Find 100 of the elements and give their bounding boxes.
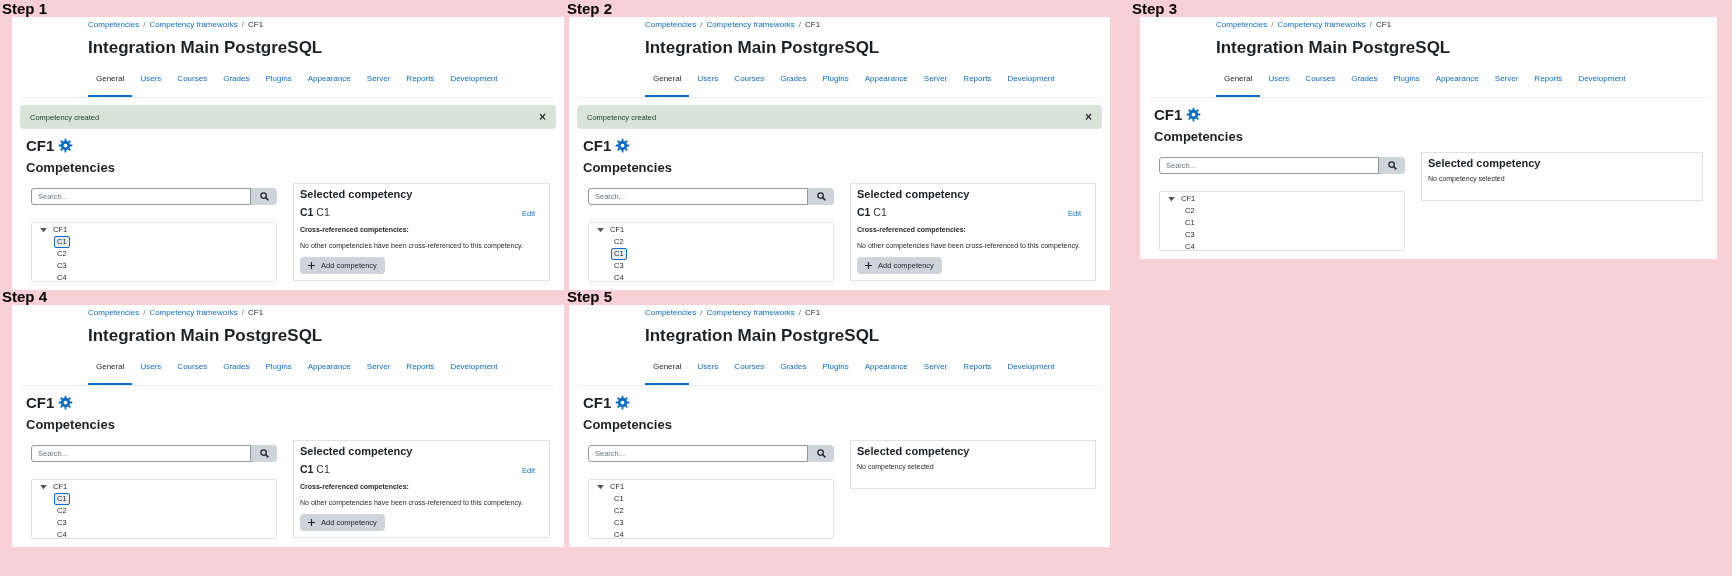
breadcrumb-link[interactable]: Competency frameworks — [149, 308, 238, 317]
breadcrumb-separator: / — [798, 308, 802, 317]
nav-tab[interactable]: Development — [999, 358, 1063, 385]
breadcrumb-current: CF1 — [1376, 20, 1392, 29]
nav-tab[interactable]: Grades — [1343, 70, 1386, 97]
nav-tab[interactable]: Server — [1486, 70, 1527, 97]
search-button[interactable] — [808, 445, 834, 462]
nav-tab[interactable]: Plugins — [1385, 70, 1428, 97]
framework-title: CF1 — [583, 137, 612, 154]
caret-icon[interactable] — [40, 227, 47, 233]
nav-tab[interactable]: Grades — [772, 70, 815, 97]
step-label: Step 4 — [2, 288, 47, 305]
nav-tab[interactable]: Users — [132, 70, 170, 97]
nav-tab[interactable]: General — [645, 358, 690, 385]
settings-icon[interactable] — [58, 395, 74, 410]
breadcrumb-link[interactable]: Competency frameworks — [706, 20, 795, 29]
nav-tab[interactable]: Courses — [169, 358, 216, 385]
nav-tab[interactable]: Grades — [215, 70, 258, 97]
breadcrumb-current: CF1 — [248, 20, 264, 29]
breadcrumb-link[interactable]: Competencies — [88, 20, 140, 29]
settings-icon[interactable] — [58, 138, 74, 153]
nav-tab[interactable]: Plugins — [257, 358, 300, 385]
nav-tab[interactable]: Development — [442, 358, 506, 385]
nav-tab[interactable]: Appearance — [1427, 70, 1487, 97]
step-label: Step 3 — [1132, 0, 1177, 17]
caret-icon[interactable] — [40, 484, 47, 490]
nav-tab[interactable]: Users — [1260, 70, 1298, 97]
search-button[interactable] — [1379, 157, 1405, 174]
close-button[interactable]: × — [539, 111, 546, 123]
nav-tab[interactable]: Courses — [1297, 70, 1344, 97]
nav-tab[interactable]: Reports — [955, 358, 1000, 385]
nav-tab[interactable]: General — [645, 70, 690, 97]
nav-tab[interactable]: Grades — [215, 358, 258, 385]
nav-tab[interactable]: Users — [689, 70, 727, 97]
nav-tab[interactable]: Development — [999, 70, 1063, 97]
nav-tab[interactable]: General — [88, 70, 133, 97]
caret-icon[interactable] — [597, 484, 604, 490]
breadcrumb-link[interactable]: Competency frameworks — [1277, 20, 1366, 29]
nav-tab[interactable]: Appearance — [856, 358, 916, 385]
search-button[interactable] — [251, 188, 277, 205]
breadcrumb-link[interactable]: Competencies — [1216, 20, 1268, 29]
breadcrumb-separator: / — [1369, 20, 1373, 29]
card-title: Selected competency — [300, 188, 414, 200]
search-button[interactable] — [808, 188, 834, 205]
site-title: Integration Main PostgreSQL — [88, 326, 324, 346]
breadcrumb-link[interactable]: Competencies — [88, 308, 140, 317]
nav-tab[interactable]: General — [1216, 70, 1261, 97]
nav-tab[interactable]: Server — [915, 70, 956, 97]
search-icon — [259, 449, 269, 458]
nav-tab[interactable]: Courses — [169, 70, 216, 97]
breadcrumb-separator: / — [700, 20, 703, 29]
nav-tab[interactable]: Courses — [726, 70, 773, 97]
nav-tab[interactable]: Server — [358, 70, 399, 97]
breadcrumb-link[interactable]: Competencies — [645, 308, 697, 317]
settings-icon[interactable] — [615, 138, 631, 153]
caret-icon[interactable] — [1168, 196, 1175, 202]
nav-tab[interactable]: Appearance — [299, 70, 359, 97]
nav-tab[interactable]: General — [88, 358, 133, 385]
framework-title: CF1 — [26, 137, 55, 154]
section-heading: Competencies — [1154, 129, 1244, 144]
nav-tab[interactable]: Appearance — [299, 358, 359, 385]
breadcrumb-link[interactable]: Competency frameworks — [149, 20, 238, 29]
nav-tab[interactable]: Plugins — [257, 70, 300, 97]
card-title: Selected competency — [857, 445, 971, 457]
caret-icon[interactable] — [597, 227, 604, 233]
step-label: Step 5 — [567, 288, 612, 305]
search-icon — [816, 449, 826, 458]
nav-tab[interactable]: Grades — [772, 358, 815, 385]
close-button[interactable]: × — [1085, 111, 1092, 123]
step-label: Step 2 — [567, 0, 612, 17]
settings-icon[interactable] — [1186, 107, 1202, 122]
card-title: Selected competency — [1428, 157, 1542, 169]
breadcrumb-link[interactable]: Competencies — [645, 20, 697, 29]
nav-tab[interactable]: Courses — [726, 358, 773, 385]
nav-tab[interactable]: Users — [132, 358, 170, 385]
section-heading: Competencies — [583, 160, 673, 175]
search-icon — [1387, 161, 1397, 170]
nav-tab[interactable]: Development — [1570, 70, 1634, 97]
framework-title: CF1 — [1154, 106, 1183, 123]
nav-tab[interactable]: Reports — [955, 70, 1000, 97]
nav-tab[interactable]: Appearance — [856, 70, 916, 97]
competency-name: C1 C1 — [857, 206, 887, 218]
nav-tab[interactable]: Plugins — [814, 358, 857, 385]
breadcrumb-current: CF1 — [248, 308, 264, 317]
nav-tab[interactable]: Users — [689, 358, 727, 385]
framework-title: CF1 — [583, 394, 612, 411]
settings-icon[interactable] — [615, 395, 631, 410]
nav-tab[interactable]: Reports — [398, 358, 443, 385]
search-button[interactable] — [251, 445, 277, 462]
nav-tab[interactable]: Server — [358, 358, 399, 385]
breadcrumb-link[interactable]: Competency frameworks — [706, 308, 795, 317]
site-title: Integration Main PostgreSQL — [1216, 38, 1452, 58]
breadcrumb-current: CF1 — [805, 308, 821, 317]
nav-tab[interactable]: Plugins — [814, 70, 857, 97]
nav-tab[interactable]: Reports — [398, 70, 443, 97]
breadcrumb-current: CF1 — [805, 20, 821, 29]
nav-tab[interactable]: Reports — [1526, 70, 1571, 97]
framework-title: CF1 — [26, 394, 55, 411]
nav-tab[interactable]: Development — [442, 70, 506, 97]
nav-tab[interactable]: Server — [915, 358, 956, 385]
